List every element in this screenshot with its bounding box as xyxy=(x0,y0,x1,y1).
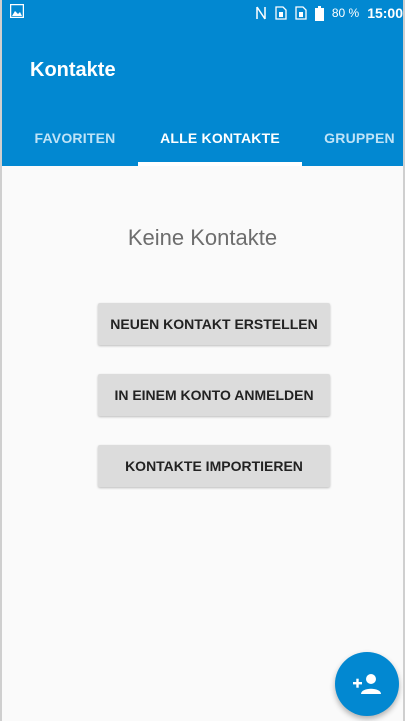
battery-percent: 80 % xyxy=(331,6,360,20)
sim-card-icon xyxy=(275,6,287,20)
sign-in-account-button[interactable]: IN EINEM KONTO ANMELDEN xyxy=(98,374,330,416)
tab-alle-kontakte[interactable]: ALLE KONTAKTE xyxy=(138,110,302,166)
tab-gruppen[interactable]: GRUPPEN xyxy=(314,110,403,166)
button-label: NEUEN KONTAKT ERSTELLEN xyxy=(110,316,318,332)
sim-card-icon xyxy=(295,6,307,20)
add-contact-icon xyxy=(352,673,382,695)
active-tab-indicator xyxy=(138,162,302,166)
tab-label: FAVORITEN xyxy=(34,130,116,146)
screen: 80 % 15:00 Kontakte FAVORITEN ALLE KONTA… xyxy=(0,0,405,721)
tab-bar: FAVORITEN ALLE KONTAKTE GRUPPEN xyxy=(2,110,403,166)
gallery-notification-icon xyxy=(10,4,24,18)
nfc-icon xyxy=(255,6,267,20)
tab-favoriten[interactable]: FAVORITEN xyxy=(24,110,126,166)
battery-icon xyxy=(314,5,324,21)
status-bar: 80 % 15:00 xyxy=(2,0,403,26)
button-label: IN EINEM KONTO ANMELDEN xyxy=(114,387,314,403)
clock: 15:00 xyxy=(367,5,403,21)
create-contact-button[interactable]: NEUEN KONTAKT ERSTELLEN xyxy=(98,303,330,345)
app-bar: Kontakte FAVORITEN ALLE KONTAKTE GRUPPEN xyxy=(2,26,403,166)
button-label: KONTAKTE IMPORTIEREN xyxy=(125,458,303,474)
page-title: Kontakte xyxy=(30,59,116,81)
empty-state-message: Keine Kontakte xyxy=(127,225,278,250)
tab-label: ALLE KONTAKTE xyxy=(160,130,280,146)
tab-label: GRUPPEN xyxy=(324,130,395,146)
import-contacts-button[interactable]: KONTAKTE IMPORTIEREN xyxy=(98,445,330,487)
add-contact-fab[interactable] xyxy=(335,652,399,716)
